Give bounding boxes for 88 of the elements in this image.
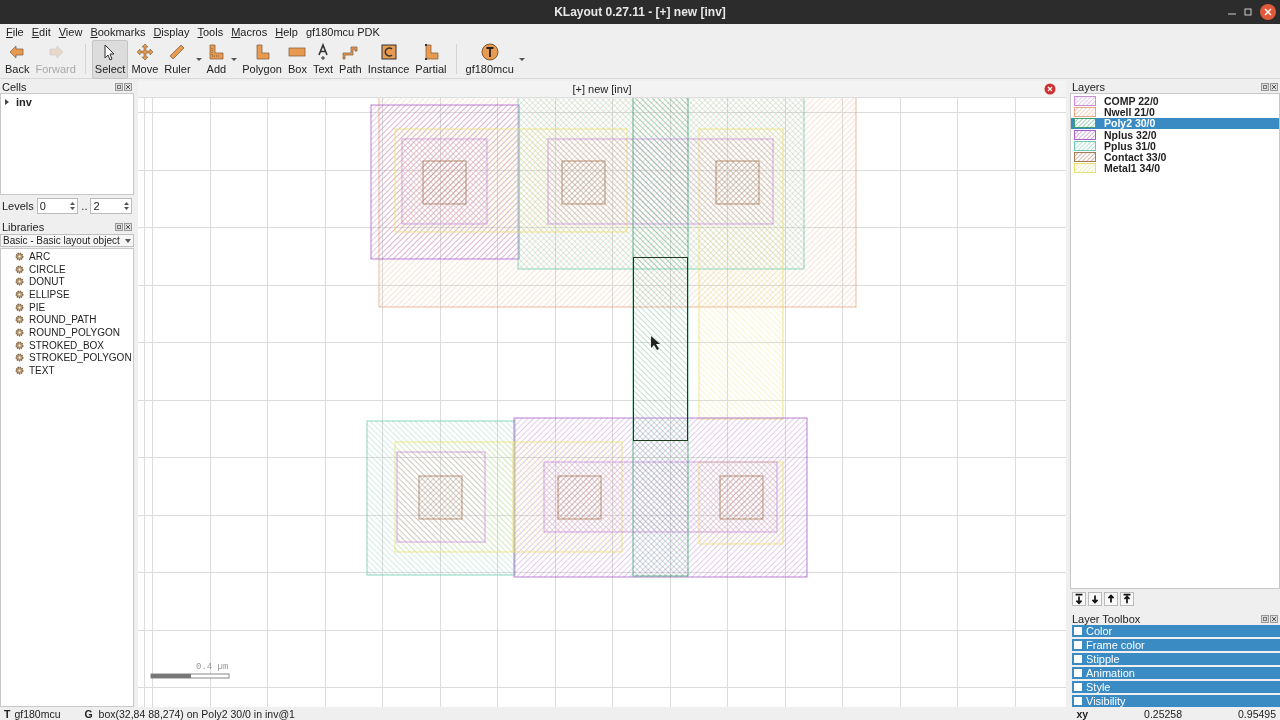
layer-row[interactable]: Metal1 34/0 <box>1071 162 1279 175</box>
panel-title: Libraries <box>2 221 45 233</box>
library-item[interactable]: DONUT <box>29 276 65 288</box>
panel-title: Cells <box>2 81 27 93</box>
toolbar-button[interactable]: Select <box>91 39 129 79</box>
toolbar-button[interactable]: Polygon <box>239 39 285 79</box>
library-item[interactable]: STROKED_POLYGON <box>29 352 132 364</box>
toolbar-button[interactable]: Partial <box>412 39 450 79</box>
layer-row[interactable]: Nplus 32/0 <box>1071 128 1279 141</box>
menu-item[interactable]: gf180mcu PDK <box>301 26 384 38</box>
toolbar-button[interactable]: Add <box>203 39 230 79</box>
menu-item[interactable]: View <box>54 26 87 38</box>
window-title: KLayout 0.27.11 - [+] new [inv] <box>554 5 726 19</box>
scale-label: 0.4 µm <box>196 662 229 672</box>
toolbar-button[interactable]: Back <box>2 39 33 79</box>
mouse-cursor-icon <box>651 336 660 350</box>
library-item[interactable]: CIRCLE <box>29 263 66 275</box>
toolbar-button[interactable]: Box <box>284 39 310 79</box>
library-item[interactable]: ROUND_PATH <box>29 314 97 326</box>
layer-row[interactable]: Poly2 30/0 <box>1071 117 1279 129</box>
menu-item[interactable]: Edit <box>27 26 55 38</box>
view-title: [+] new [inv] <box>572 83 632 95</box>
float-icon[interactable] <box>1261 83 1269 91</box>
toolbar-button[interactable]: gf180mcu <box>462 39 517 79</box>
coordinate-label: xy <box>1076 708 1089 720</box>
float-icon[interactable] <box>115 83 123 91</box>
range-separator: .. <box>81 200 88 212</box>
polygon-icon <box>253 42 272 61</box>
library-item[interactable]: ELLIPSE <box>29 288 70 300</box>
layer-row[interactable]: COMP 22/0 <box>1071 95 1279 107</box>
spin-arrows-icon[interactable] <box>70 201 76 211</box>
float-icon[interactable] <box>1261 615 1269 623</box>
panel-title: Layers <box>1072 81 1106 93</box>
menu-item[interactable]: Tools <box>193 26 228 38</box>
toolbox-section[interactable]: Stipple <box>1072 653 1280 665</box>
toolbox-section[interactable]: Animation <box>1072 667 1280 679</box>
level-spinbox[interactable]: 2 <box>90 198 132 214</box>
instance-icon <box>379 42 398 61</box>
move-arrows-icon <box>135 42 154 61</box>
technology-icon <box>480 42 499 61</box>
toolbar-button[interactable]: Ruler <box>161 39 194 79</box>
menu-item[interactable]: Bookmarks <box>86 26 150 38</box>
spin-arrows-icon[interactable] <box>124 201 129 211</box>
expand-icon[interactable] <box>4 99 10 105</box>
caret-icon[interactable] <box>125 238 131 243</box>
ruler-icon <box>168 42 187 61</box>
toolbar-button[interactable]: Text <box>309 39 337 79</box>
status-marker: T <box>4 708 11 720</box>
library-item[interactable]: PIE <box>29 301 46 313</box>
library-item[interactable]: ARC <box>29 250 51 262</box>
caret-icon[interactable] <box>230 55 239 63</box>
cell-name[interactable]: inv <box>16 96 32 108</box>
menu-item[interactable]: File <box>2 26 28 38</box>
status-message: box(32,84 88,274) on Poly2 30/0 in inv@1 <box>98 708 295 720</box>
library-dropdown[interactable]: Basic - Basic layout object <box>0 234 134 247</box>
menu-item[interactable]: Macros <box>227 26 272 38</box>
layer-row[interactable]: Nwell 21/0 <box>1071 106 1279 118</box>
levels-label: Levels <box>2 200 34 212</box>
y-coordinate: 0.95495 <box>1238 708 1276 720</box>
caret-icon[interactable] <box>194 55 203 63</box>
move-to-bottom-icon[interactable] <box>1072 592 1086 606</box>
status-technology: gf180mcu <box>14 708 62 720</box>
move-to-top-icon[interactable] <box>1120 592 1134 606</box>
toolbar-button[interactable]: Move <box>128 39 162 79</box>
toolbox-section[interactable]: Style <box>1072 681 1280 693</box>
library-item[interactable]: TEXT <box>29 365 55 377</box>
add-shape-icon <box>207 42 226 61</box>
panel-title: Layer Toolbox <box>1072 613 1141 625</box>
caret-icon[interactable] <box>517 55 526 63</box>
library-item[interactable]: STROKED_BOX <box>29 339 105 351</box>
move-down-icon[interactable] <box>1088 592 1102 606</box>
maximize-icon[interactable] <box>1244 8 1252 16</box>
move-up-icon[interactable] <box>1104 592 1118 606</box>
close-icon[interactable] <box>1260 4 1276 20</box>
toolbar-button[interactable]: Instance <box>364 39 413 79</box>
library-item[interactable]: ROUND_POLYGON <box>29 326 120 338</box>
toolbox-section[interactable]: Visibility <box>1072 695 1280 707</box>
toolbox-section[interactable]: Frame color <box>1072 639 1280 651</box>
toolbox-section[interactable]: Color <box>1072 625 1280 637</box>
x-coordinate: 0.25258 <box>1144 708 1183 720</box>
layer-row[interactable]: Contact 33/0 <box>1071 151 1279 163</box>
level-spinbox[interactable]: 0 <box>36 198 79 214</box>
menu-item[interactable]: Help <box>271 26 302 38</box>
float-icon[interactable] <box>115 223 123 231</box>
status-marker: G <box>84 708 93 720</box>
toolbar-button[interactable]: Path <box>336 39 365 79</box>
layer-row[interactable]: Pplus 31/0 <box>1071 140 1279 152</box>
menu-item[interactable]: Display <box>149 26 194 38</box>
